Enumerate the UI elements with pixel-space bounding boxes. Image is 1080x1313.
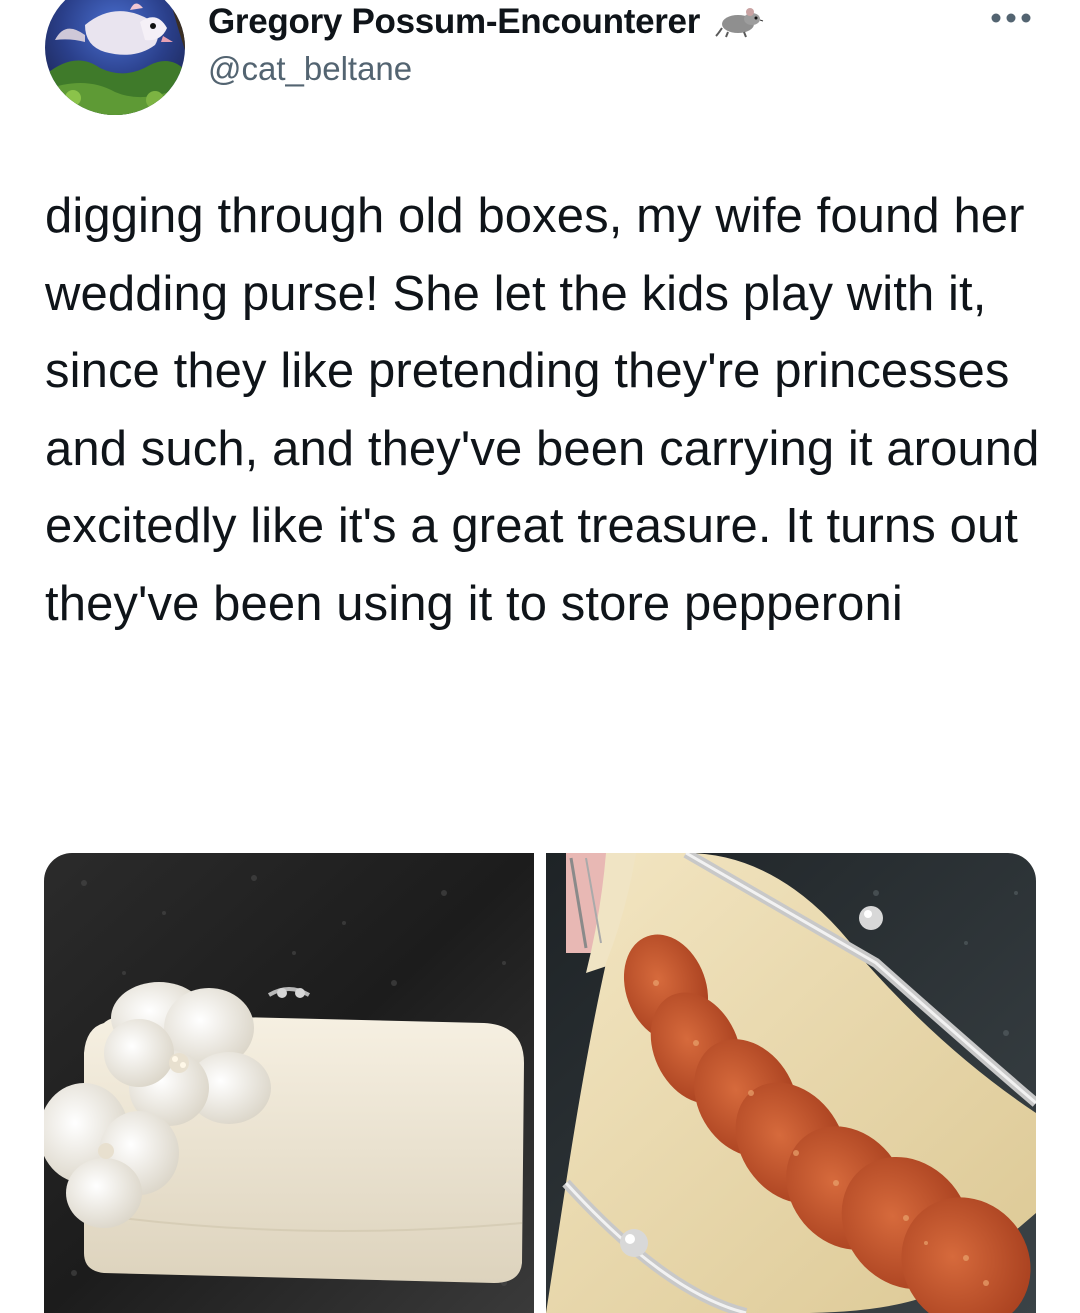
possum-avatar-icon [45,0,185,115]
tweet-text: digging through old boxes, my wife found… [45,189,1040,631]
tweet-photo-2[interactable] [546,853,1036,1313]
author-handle[interactable]: @cat_beltane [208,50,412,88]
tweet-media-grid [44,853,1036,1313]
photo-open-purse-pepperoni [546,853,1036,1313]
rat-icon [715,8,764,38]
photo-closed-white-purse [44,853,534,1313]
more-options-icon[interactable] [988,6,1034,30]
author-name-row[interactable]: Gregory Possum-Encounterer [208,0,764,44]
author-avatar[interactable] [45,0,185,115]
author-display-name[interactable]: Gregory Possum-Encounterer [208,2,700,42]
tweet-photo-1[interactable] [44,853,534,1313]
